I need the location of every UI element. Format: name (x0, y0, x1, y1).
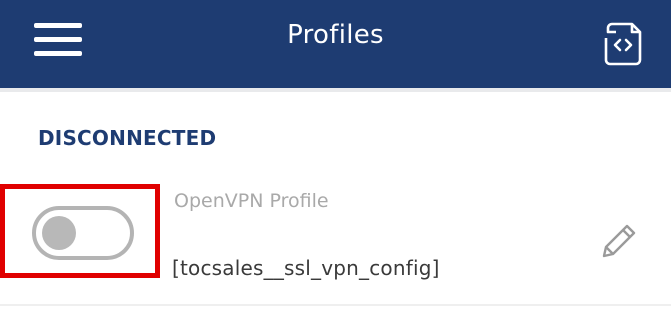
list-divider (0, 304, 671, 306)
pencil-icon[interactable] (596, 218, 642, 264)
page-title: Profiles (287, 20, 384, 50)
header-divider (0, 88, 671, 92)
connection-toggle[interactable] (32, 206, 134, 260)
profile-name: [tocsales__ssl_vpn_config] (172, 256, 440, 280)
profile-type-label: OpenVPN Profile (174, 190, 329, 212)
import-file-icon[interactable] (598, 18, 648, 68)
menu-icon-bar (34, 51, 82, 56)
connection-status-label: DISCONNECTED (38, 126, 217, 150)
app-header: Profiles (0, 0, 671, 88)
toggle-knob (42, 216, 76, 250)
